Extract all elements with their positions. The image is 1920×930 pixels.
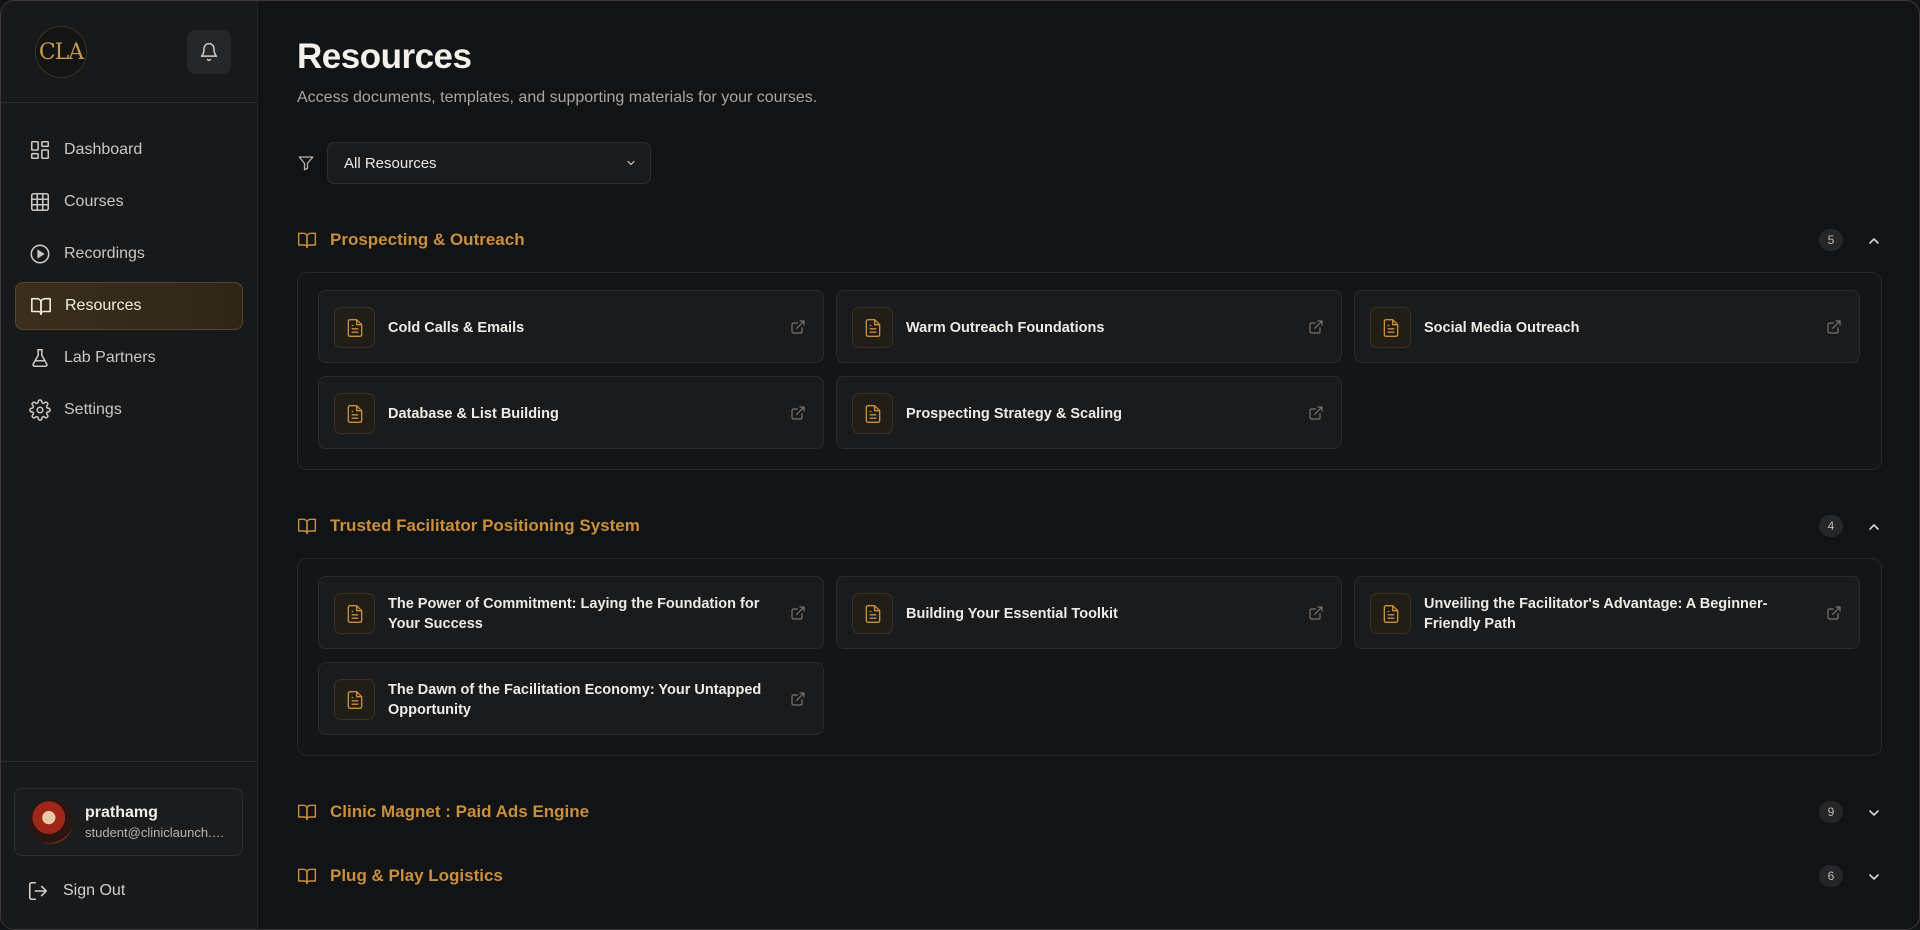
resource-filter-select[interactable]: All Resources bbox=[327, 142, 651, 184]
sidebar-item-label: Settings bbox=[64, 401, 122, 418]
sidebar: CLA Dashboard Courses Recordings Resourc… bbox=[1, 1, 258, 929]
sidebar-item-dashboard[interactable]: Dashboard bbox=[15, 126, 243, 174]
resource-title: Building Your Essential Toolkit bbox=[906, 605, 1118, 622]
sidebar-item-label: Resources bbox=[65, 297, 142, 314]
resource-card[interactable]: Social Media Outreach bbox=[1354, 290, 1860, 363]
resource-title: Cold Calls & Emails bbox=[388, 319, 525, 336]
section-count-badge: 9 bbox=[1819, 801, 1843, 823]
sign-out-label: Sign Out bbox=[63, 882, 126, 899]
avatar bbox=[29, 800, 73, 844]
user-profile-card[interactable]: prathamg student@cliniclaunch.com bbox=[14, 788, 243, 856]
external-link-icon[interactable] bbox=[1826, 319, 1842, 335]
sidebar-nav: Dashboard Courses Recordings Resources L… bbox=[15, 126, 243, 438]
sidebar-item-lab-partners[interactable]: Lab Partners bbox=[15, 334, 243, 382]
document-icon bbox=[334, 593, 375, 634]
resource-title: Social Media Outreach bbox=[1424, 319, 1580, 336]
document-icon bbox=[1370, 593, 1411, 634]
brand-logo[interactable]: CLA bbox=[35, 26, 87, 78]
section-count-badge: 6 bbox=[1819, 865, 1843, 887]
sidebar-footer: prathamg student@cliniclaunch.com Sign O… bbox=[1, 761, 258, 901]
document-icon bbox=[334, 307, 375, 348]
section-body-trusted-facilitator: The Power of Commitment: Laying the Foun… bbox=[297, 558, 1882, 756]
user-email: student@cliniclaunch.com bbox=[85, 825, 227, 840]
resource-title: Database & List Building bbox=[388, 405, 559, 422]
sidebar-item-courses[interactable]: Courses bbox=[15, 178, 243, 226]
resource-card[interactable]: Building Your Essential Toolkit bbox=[836, 576, 1342, 649]
section-title: Trusted Facilitator Positioning System bbox=[330, 516, 640, 535]
filter-selected-value: All Resources bbox=[344, 154, 437, 172]
book-open-icon bbox=[297, 804, 317, 821]
sidebar-header: CLA bbox=[1, 1, 257, 103]
sign-out-button[interactable]: Sign Out bbox=[27, 880, 125, 902]
flask-icon bbox=[32, 348, 48, 368]
bell-icon bbox=[200, 42, 218, 62]
external-link-icon[interactable] bbox=[790, 319, 806, 335]
gear-icon bbox=[29, 399, 51, 421]
external-link-icon[interactable] bbox=[1308, 405, 1324, 421]
resource-title: Warm Outreach Foundations bbox=[906, 319, 1105, 336]
resource-card[interactable]: Warm Outreach Foundations bbox=[836, 290, 1342, 363]
document-icon bbox=[334, 393, 375, 434]
app-window: CLA Dashboard Courses Recordings Resourc… bbox=[0, 0, 1920, 930]
chevron-up-icon[interactable] bbox=[1866, 519, 1882, 535]
chevron-down-icon[interactable] bbox=[1866, 869, 1882, 885]
external-link-icon[interactable] bbox=[1308, 319, 1324, 335]
book-open-icon bbox=[297, 518, 317, 535]
user-name: prathamg bbox=[85, 804, 158, 821]
notifications-button[interactable] bbox=[187, 30, 231, 74]
document-icon bbox=[852, 593, 893, 634]
sidebar-item-recordings[interactable]: Recordings bbox=[15, 230, 243, 278]
sidebar-item-label: Lab Partners bbox=[64, 349, 156, 366]
resource-card[interactable]: Database & List Building bbox=[318, 376, 824, 449]
document-icon bbox=[334, 679, 375, 720]
external-link-icon[interactable] bbox=[790, 605, 806, 621]
document-icon bbox=[852, 307, 893, 348]
book-open-icon bbox=[31, 297, 51, 316]
resource-title: The Dawn of the Facilitation Economy: Yo… bbox=[388, 681, 762, 718]
page-subtitle: Access documents, templates, and support… bbox=[297, 89, 818, 106]
resource-title: Unveiling the Facilitator's Advantage: A… bbox=[1424, 595, 1768, 632]
section-title: Plug & Play Logistics bbox=[330, 866, 503, 885]
section-header-trusted-facilitator[interactable]: Trusted Facilitator Positioning System 4 bbox=[297, 511, 1882, 541]
resource-card[interactable]: The Dawn of the Facilitation Economy: Yo… bbox=[318, 662, 824, 735]
book-open-icon bbox=[297, 868, 317, 885]
external-link-icon[interactable] bbox=[790, 691, 806, 707]
section-header-prospecting[interactable]: Prospecting & Outreach 5 bbox=[297, 225, 1882, 255]
user-info: prathamg student@cliniclaunch.com bbox=[85, 804, 227, 840]
resource-card[interactable]: Prospecting Strategy & Scaling bbox=[836, 376, 1342, 449]
sidebar-item-resources[interactable]: Resources bbox=[15, 282, 243, 330]
resource-card[interactable]: The Power of Commitment: Laying the Foun… bbox=[318, 576, 824, 649]
chevron-down-icon bbox=[627, 160, 635, 166]
filter-icon bbox=[298, 156, 314, 171]
external-link-icon[interactable] bbox=[1308, 605, 1324, 621]
external-link-icon[interactable] bbox=[790, 405, 806, 421]
main-content: Resources Access documents, templates, a… bbox=[258, 1, 1919, 929]
section-header-plug-and-play[interactable]: Plug & Play Logistics 6 bbox=[297, 861, 1882, 891]
play-circle-icon bbox=[30, 244, 50, 264]
dashboard-icon bbox=[30, 140, 50, 160]
book-open-icon bbox=[297, 232, 317, 249]
section-count-badge: 4 bbox=[1819, 515, 1843, 537]
section-count-badge: 5 bbox=[1819, 229, 1843, 251]
section-body-prospecting: Cold Calls & Emails Warm Outreach Founda… bbox=[297, 272, 1882, 470]
page-title: Resources bbox=[297, 37, 472, 76]
resource-card[interactable]: Unveiling the Facilitator's Advantage: A… bbox=[1354, 576, 1860, 649]
resource-title: The Power of Commitment: Laying the Foun… bbox=[388, 595, 760, 632]
chevron-up-icon[interactable] bbox=[1866, 233, 1882, 249]
resource-card[interactable]: Cold Calls & Emails bbox=[318, 290, 824, 363]
sidebar-item-label: Dashboard bbox=[64, 141, 143, 158]
sidebar-item-label: Recordings bbox=[64, 245, 145, 262]
sidebar-item-label: Courses bbox=[64, 193, 124, 210]
external-link-icon[interactable] bbox=[1826, 605, 1842, 621]
resource-title: Prospecting Strategy & Scaling bbox=[906, 405, 1122, 422]
chevron-down-icon[interactable] bbox=[1866, 805, 1882, 821]
sidebar-item-settings[interactable]: Settings bbox=[15, 386, 243, 434]
log-out-icon bbox=[28, 881, 48, 901]
document-icon bbox=[852, 393, 893, 434]
section-title: Clinic Magnet : Paid Ads Engine bbox=[330, 802, 590, 821]
section-header-clinic-magnet[interactable]: Clinic Magnet : Paid Ads Engine 9 bbox=[297, 797, 1882, 827]
document-icon bbox=[1370, 307, 1411, 348]
section-title: Prospecting & Outreach bbox=[330, 230, 525, 249]
grid-icon bbox=[30, 192, 50, 212]
